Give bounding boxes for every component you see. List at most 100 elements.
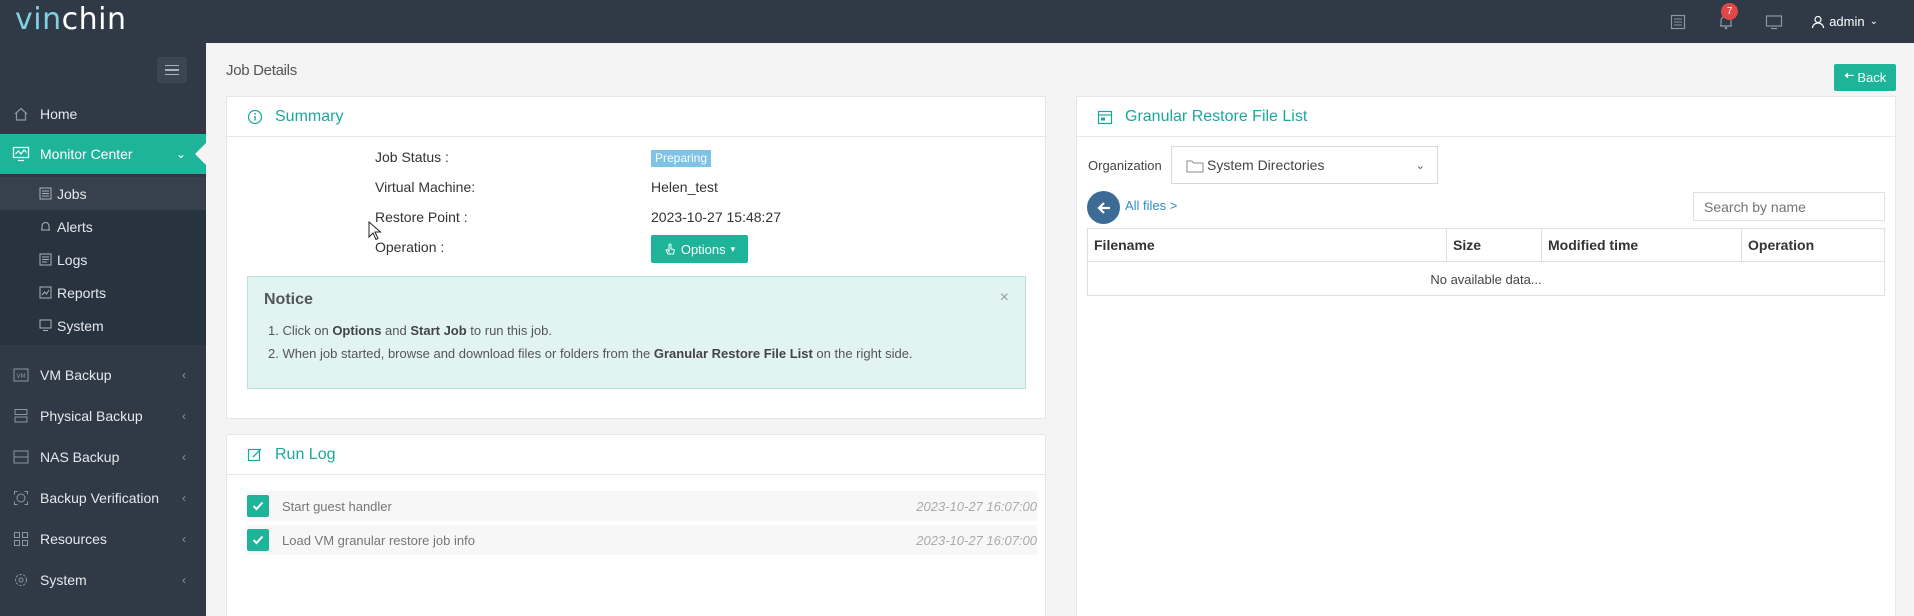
close-icon[interactable]: × [1000,289,1009,307]
chevron-down-icon: ▾ [730,243,736,254]
logo-part-1: vin [15,2,62,37]
calendar-icon [1097,110,1113,125]
summary-panel: Summary Job Status : Preparing Virtual M… [226,96,1046,419]
options-label: Options [680,241,726,257]
column-filename[interactable]: Filename [1088,229,1447,262]
sidebar-item-backup-verification[interactable]: Backup Verification ‹ [0,478,206,518]
sidebar-item-home[interactable]: Home [0,94,206,134]
notification-badge: 7 [1721,2,1739,20]
arrow-left-icon [1096,201,1110,214]
info-icon [247,109,263,125]
check-icon [247,529,269,551]
sidebar-item-resources[interactable]: Resources ‹ [0,519,206,559]
chevron-left-icon: ‹ [182,368,186,382]
chevron-down-icon: ⌄ [1869,16,1878,27]
column-size[interactable]: Size [1447,229,1542,262]
chevron-left-icon: ‹ [182,409,186,423]
file-list-title: Granular Restore File List [1125,108,1308,125]
back-button[interactable]: 🠤 Back [1834,64,1896,91]
column-modified-time[interactable]: Modified time [1542,229,1742,262]
server-icon [12,407,30,425]
virtual-machine-label: Virtual Machine: [375,179,476,195]
bell-icon [38,220,52,234]
mouse-cursor-icon [368,221,382,241]
chevron-left-icon: ‹ [182,573,186,587]
home-icon [12,105,30,123]
organization-value: System Directories [1207,157,1325,173]
chevron-down-icon: ⌄ [175,147,186,161]
search-input[interactable] [1693,192,1885,221]
vm-icon: VM [12,366,30,384]
submenu-item-alerts[interactable]: Alerts [0,210,206,243]
virtual-machine-value: Helen_test [651,179,718,195]
monitor-center-submenu: Jobs Alerts Logs Reports System [0,177,206,345]
chevron-left-icon: ‹ [182,450,186,464]
report-icon [38,286,52,300]
task-list-icon[interactable] [1667,11,1689,33]
back-arrow-button[interactable] [1087,191,1120,224]
grid-icon [12,530,30,548]
arrow-left-icon: 🠤 [1843,67,1855,83]
summary-title: Summary [275,108,344,125]
log-text: Start guest handler [282,498,392,514]
nas-icon [12,448,30,466]
submenu-item-jobs[interactable]: Jobs [0,177,206,210]
log-text: Load VM granular restore job info [282,532,475,548]
notice-box: Notice × 1. Click on Options and Start J… [247,276,1026,389]
sidebar-toggle-button[interactable] [157,57,187,83]
sidebar-item-monitor-center[interactable]: Monitor Center ⌄ [0,134,207,174]
folder-icon [1186,160,1204,173]
sidebar-item-system[interactable]: System ‹ [0,560,206,600]
user-name: admin [1829,14,1865,29]
monitor-icon [12,145,30,163]
logo-part-2: chin [61,2,127,37]
run-log-title: Run Log [275,446,336,463]
logo[interactable]: vinchin [15,2,126,37]
sidebar-item-label: NAS Backup [40,449,120,465]
file-list-panel: Granular Restore File List Organization … [1076,96,1896,616]
sidebar-item-label: Backup Verification [40,490,160,506]
options-button[interactable]: Options ▾ [651,235,748,263]
sidebar-item-label: VM Backup [40,367,112,383]
column-operation: Operation [1748,237,1815,253]
page-title: Job Details [226,62,297,79]
submenu-item-label: Logs [57,251,88,268]
sidebar-item-vm-backup[interactable]: VM VM Backup ‹ [0,355,206,395]
sidebar-item-physical-backup[interactable]: Physical Backup ‹ [0,396,206,436]
sidebar: Home Monitor Center ⌄ Jobs Alerts Logs R… [0,43,207,616]
chevron-left-icon: ‹ [182,532,186,546]
back-button-label: Back [1857,70,1887,85]
run-log-panel: Run Log Start guest handler 2023-10-27 1… [226,434,1046,616]
organization-select[interactable]: System Directories ⌄ [1171,146,1438,184]
submenu-item-reports[interactable]: Reports [0,276,206,309]
sidebar-item-label: Physical Backup [40,408,143,424]
user-menu[interactable]: admin ⌄ [1811,14,1878,29]
empty-table-message: No available data... [1430,272,1542,287]
log-time: 2023-10-27 16:07:00 [916,498,1037,514]
breadcrumb-all-files[interactable]: All files > [1125,198,1177,213]
log-row: Load VM granular restore job info 2023-1… [247,525,1037,555]
sidebar-item-label: Resources [40,531,107,547]
sidebar-item-nas-backup[interactable]: NAS Backup ‹ [0,437,206,477]
chevron-down-icon: ⌄ [1415,159,1425,172]
screen-icon[interactable] [1763,11,1785,33]
top-bar: vinchin 7 admin ⌄ [0,0,1914,43]
submenu-item-label: Reports [57,284,107,301]
notice-line-1: 1. Click on Options and Start Job to run… [268,323,552,338]
user-icon [1812,15,1825,28]
notification-bell-icon[interactable]: 7 [1715,2,1739,33]
sidebar-item-label: Home [40,106,78,122]
restore-point-value: 2023-10-27 15:48:27 [651,209,781,225]
check-icon [247,495,269,517]
notice-title: Notice [264,291,313,308]
monitor-small-icon [38,319,52,333]
submenu-item-logs[interactable]: Logs [0,243,206,276]
sidebar-item-label: System [40,572,87,588]
log-row: Start guest handler 2023-10-27 16:07:00 [247,491,1037,521]
restore-point-label: Restore Point : [375,209,468,225]
submenu-item-label: Jobs [57,185,87,202]
chevron-left-icon: ‹ [182,491,186,505]
gear-icon [12,571,30,589]
submenu-item-system[interactable]: System [0,309,206,342]
submenu-item-label: System [57,317,104,334]
